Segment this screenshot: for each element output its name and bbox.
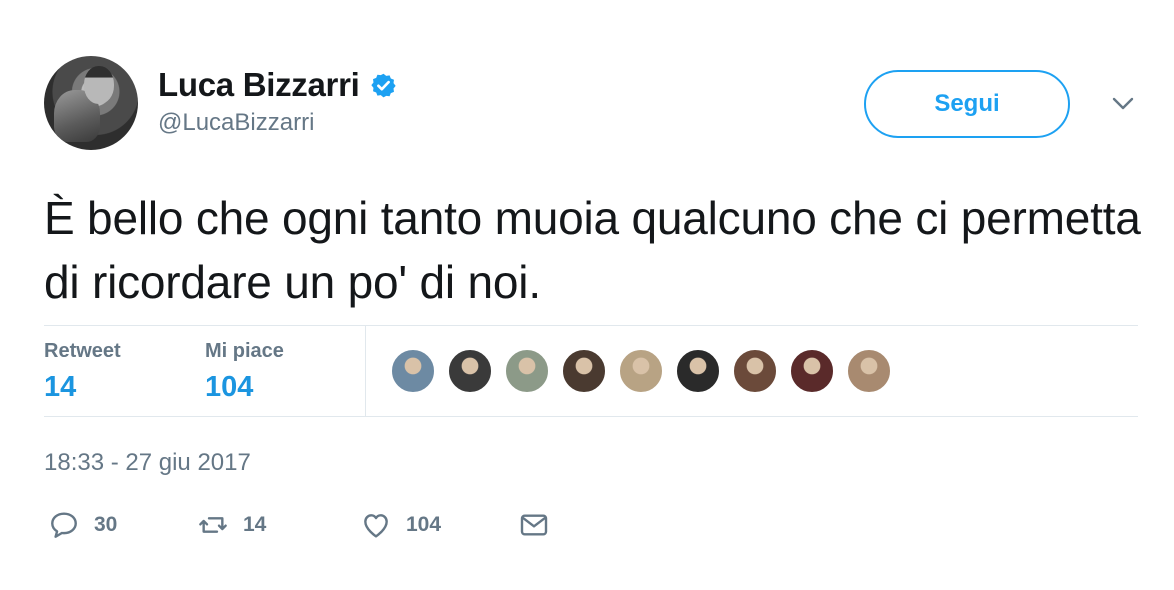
display-name[interactable]: Luca Bizzarri bbox=[158, 66, 360, 104]
liker-avatar-3[interactable] bbox=[504, 348, 550, 394]
like-stat-value: 104 bbox=[205, 371, 254, 403]
liker-avatar-5[interactable] bbox=[618, 348, 664, 394]
liker-avatar-1[interactable] bbox=[390, 348, 436, 394]
reply-button[interactable]: 30 bbox=[48, 509, 117, 541]
tweet-timestamp[interactable]: 18:33 - 27 giu 2017 bbox=[44, 449, 251, 477]
retweet-button[interactable]: 14 bbox=[197, 509, 266, 541]
liker-avatar-9[interactable] bbox=[846, 348, 892, 394]
retweet-stat[interactable]: Retweet 14 bbox=[44, 340, 121, 404]
like-stat-label: Mi piace bbox=[205, 340, 284, 362]
like-stat[interactable]: Mi piace 104 bbox=[205, 340, 284, 404]
like-count: 104 bbox=[406, 513, 442, 536]
like-button[interactable]: 104 bbox=[360, 509, 441, 541]
chevron-down-icon[interactable] bbox=[1108, 92, 1138, 116]
follow-button[interactable]: Segui bbox=[864, 70, 1070, 138]
retweet-stat-value: 14 bbox=[44, 371, 77, 403]
stats-bottom-divider bbox=[44, 416, 1138, 417]
envelope-icon bbox=[520, 514, 548, 536]
liker-avatar-2[interactable] bbox=[447, 348, 493, 394]
reply-count: 30 bbox=[94, 513, 118, 536]
user-handle[interactable]: @LucaBizzarri bbox=[158, 109, 314, 137]
liker-avatar-7[interactable] bbox=[732, 348, 778, 394]
retweet-icon bbox=[199, 517, 227, 533]
avatar-face-shape bbox=[84, 66, 114, 104]
avatar[interactable] bbox=[44, 56, 138, 150]
reply-icon bbox=[51, 512, 77, 538]
heart-icon bbox=[364, 514, 388, 538]
retweet-count: 14 bbox=[243, 513, 267, 536]
stats-top-divider bbox=[44, 325, 1138, 326]
liker-avatar-6[interactable] bbox=[675, 348, 721, 394]
liker-avatar-4[interactable] bbox=[561, 348, 607, 394]
stats-vertical-divider bbox=[365, 326, 366, 416]
direct-message-button[interactable] bbox=[518, 509, 550, 541]
likers-avatars bbox=[390, 348, 903, 394]
retweet-stat-label: Retweet bbox=[44, 340, 121, 362]
user-name-row: Luca Bizzarri bbox=[158, 66, 397, 104]
liker-avatar-8[interactable] bbox=[789, 348, 835, 394]
verified-badge-icon bbox=[370, 73, 396, 97]
tweet-text: È bello che ogni tanto muoia qualcuno ch… bbox=[44, 192, 1141, 308]
